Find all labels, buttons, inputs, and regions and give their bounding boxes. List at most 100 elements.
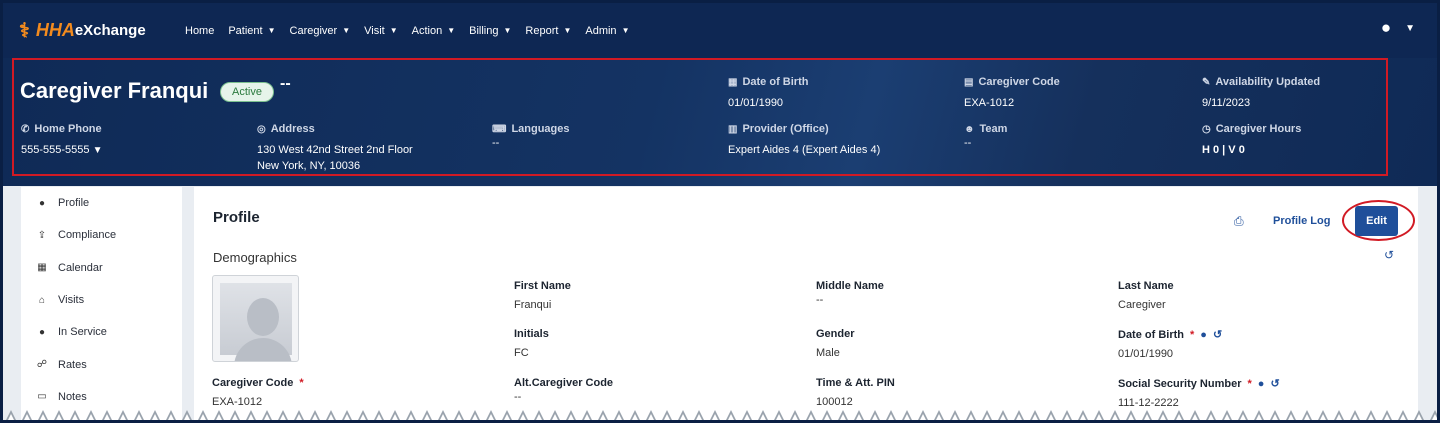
header-dob: ▦ Date of Birth 01/01/1990 (728, 76, 808, 111)
phone-dropdown[interactable]: 555-555-5555 ▼ (21, 142, 102, 159)
avatar-shoulders (234, 338, 292, 361)
availability-label: Availability Updated (1215, 76, 1321, 88)
section-title: Demographics (213, 250, 297, 265)
nav-action-label: Action (411, 24, 443, 37)
pin-label: Time & Att. PIN (816, 377, 895, 389)
code-label: Caregiver Code (978, 76, 1060, 88)
languages-value: -- (492, 137, 500, 149)
gender-label: Gender (816, 328, 855, 340)
field-initials: Initials FC (514, 328, 549, 359)
edit-button[interactable]: Edit (1355, 206, 1398, 236)
nav-admin[interactable]: Admin ▼ (585, 25, 629, 37)
header-caregiver-hours: ◷ Caregiver Hours H 0 | V 0 (1202, 123, 1301, 158)
history-icon[interactable]: ↺ (1270, 377, 1279, 390)
provider-value: Expert Aides 4 (Expert Aides 4) (728, 144, 881, 156)
sidebar-item-in-service[interactable]: ● In Service (21, 316, 182, 348)
nav-billing-label: Billing (469, 24, 499, 37)
caret-down-icon: ▼ (267, 26, 276, 35)
sidebar-item-visits[interactable]: ⌂ Visits (21, 284, 182, 316)
nav-visit[interactable]: Visit ▼ (364, 25, 398, 37)
phone-label: Home Phone (34, 123, 102, 135)
nav-patient-label: Patient (228, 24, 263, 37)
alt-code-value: -- (514, 391, 522, 403)
profile-sidebar: ● Profile ⇪ Compliance ▦ Calendar ⌂ Visits ●… (21, 187, 182, 420)
chevron-down-icon: ▼ (1405, 22, 1415, 34)
nav-caregiver[interactable]: Caregiver ▼ (290, 25, 351, 37)
profile-log-link[interactable]: Profile Log (1273, 215, 1330, 227)
middle-name-label: Middle Name (816, 280, 884, 292)
logo-exchange-text: eXchange (74, 22, 146, 39)
history-icon[interactable]: ↺ (1384, 248, 1394, 262)
calendar-icon: ▦ (728, 76, 738, 88)
dob-label: Date of Birth (1118, 328, 1184, 341)
phone-value: 555-555-5555 (21, 144, 90, 156)
history-icon[interactable]: ↺ (1213, 328, 1222, 341)
caret-down-icon: ▼ (389, 26, 398, 35)
nav-home-label: Home (185, 24, 215, 37)
sidebar-item-label: In Service (58, 326, 107, 339)
sidebar-item-label: Visits (58, 294, 85, 307)
nav-billing[interactable]: Billing ▼ (469, 25, 511, 37)
required-asterisk: * (1247, 377, 1252, 390)
dob-value: 01/01/1990 (1118, 348, 1174, 360)
nav-home[interactable]: Home (185, 25, 214, 37)
profile-panel: Profile Demographics ⎙ Profile Log Edit … (194, 187, 1418, 420)
dob-value: 01/01/1990 (728, 97, 784, 109)
user-menu[interactable]: ● ▼ (1381, 18, 1415, 38)
id-card-icon: ▤ (964, 76, 974, 88)
header-home-phone: ✆ Home Phone 555-555-5555 ▼ (21, 123, 102, 159)
caregiver-name-suffix: -- (280, 75, 291, 92)
nav-action[interactable]: Action ▼ (412, 25, 456, 37)
home-icon: ⌂ (38, 294, 46, 306)
team-icon: ☻ (964, 123, 975, 135)
field-last-name: Last Name Caregiver (1118, 280, 1174, 311)
caregiver-photo[interactable] (212, 275, 299, 362)
app-frame: ⚕ HHA eXchange Home Patient ▼ Caregiver ▼ … (0, 0, 1440, 423)
header-address: ◎ Address 130 West 42nd Street 2nd Floor N… (257, 123, 413, 174)
circle-icon: ● (38, 326, 46, 338)
required-asterisk: * (1190, 328, 1195, 341)
calendar-icon: ▦ (37, 262, 47, 274)
clock-icon: ◷ (1202, 123, 1211, 135)
page-title: Profile (213, 209, 260, 226)
caret-down-icon: ▼ (503, 26, 512, 35)
field-time-att-pin: Time & Att. PIN 100012 (816, 377, 895, 408)
field-gender: Gender Male (816, 328, 855, 359)
sidebar-item-label: Notes (58, 390, 87, 403)
handshake-icon: ☍ (36, 359, 48, 371)
address-line1: 130 West 42nd Street 2nd Floor (257, 144, 413, 156)
team-label: Team (979, 123, 1008, 135)
address-label: Address (270, 123, 315, 135)
status-badge: Active (220, 82, 274, 102)
provider-label: Provider (Office) (742, 123, 829, 135)
phone-icon: ✆ (21, 123, 30, 135)
print-icon[interactable]: ⎙ (1234, 214, 1244, 229)
language-icon: ⌨ (492, 123, 507, 135)
first-name-label: First Name (514, 280, 571, 292)
middle-name-value: -- (816, 294, 824, 306)
team-value: -- (964, 137, 972, 149)
sidebar-item-profile[interactable]: ● Profile (21, 187, 182, 219)
nav-patient[interactable]: Patient ▼ (228, 25, 275, 37)
header-availability: ✎ Availability Updated 9/11/2023 (1202, 76, 1320, 111)
field-caregiver-code: Caregiver Code * EXA-1012 (212, 377, 304, 408)
hhaexchange-logo[interactable]: ⚕ HHA eXchange (19, 18, 169, 43)
sidebar-item-rates[interactable]: ☍ Rates (21, 348, 182, 380)
gender-value: Male (816, 347, 840, 359)
hours-value: H 0 | V 0 (1202, 144, 1245, 156)
field-middle-name: Middle Name -- (816, 280, 884, 306)
nav-report[interactable]: Report ▼ (525, 25, 571, 37)
caregiver-code-label: Caregiver Code (212, 377, 294, 389)
info-icon[interactable]: ● (1258, 378, 1265, 390)
ssn-label: Social Security Number (1118, 377, 1242, 390)
info-icon[interactable]: ● (1200, 329, 1207, 341)
first-name-value: Franqui (514, 299, 552, 311)
sidebar-item-calendar[interactable]: ▦ Calendar (21, 252, 182, 284)
field-date-of-birth: Date of Birth * ● ↺ 01/01/1990 (1118, 328, 1222, 361)
header-caregiver-code: ▤ Caregiver Code EXA-1012 (964, 76, 1060, 111)
sidebar-item-compliance[interactable]: ⇪ Compliance (21, 219, 182, 251)
avatar-head (247, 298, 279, 336)
initials-value: FC (514, 347, 529, 359)
caret-down-icon: ▼ (342, 26, 351, 35)
caret-down-icon: ▼ (447, 26, 456, 35)
